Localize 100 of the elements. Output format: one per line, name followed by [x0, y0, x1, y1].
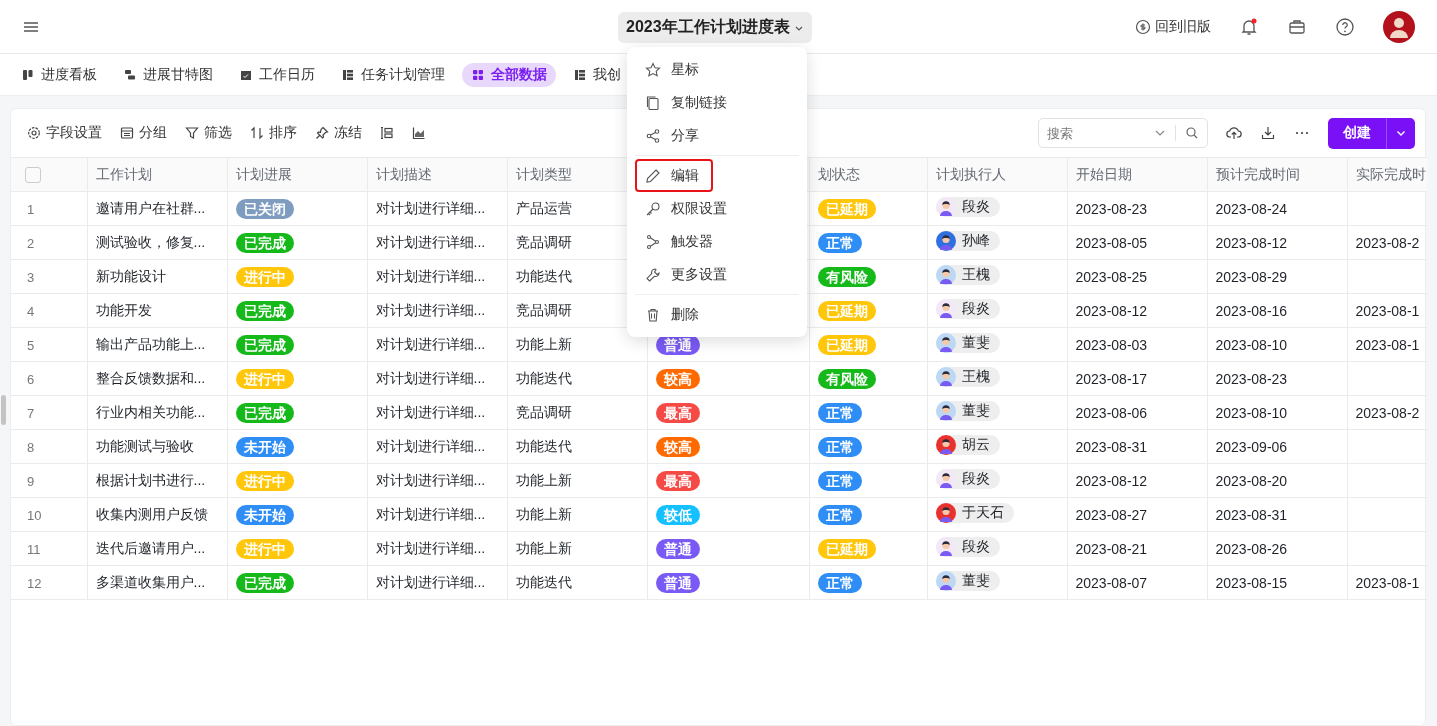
user-avatar[interactable]	[1383, 10, 1415, 43]
person-name: 董斐	[961, 402, 990, 420]
table-cell: 2023-08-25	[1075, 268, 1148, 285]
toolbar-button[interactable]: 排序	[250, 124, 297, 142]
table-cell: 2023-08-27	[1075, 506, 1148, 523]
menu-item[interactable]: 触发器	[635, 225, 799, 258]
old-version-button[interactable]: 回到旧版	[1135, 17, 1211, 36]
table-cell: 产品运营	[515, 199, 572, 216]
table-cell: 功能上新	[515, 505, 572, 522]
row-number: 4	[27, 303, 35, 319]
column-header[interactable]: 工作计划	[95, 165, 152, 182]
view-tab[interactable]: 任务计划管理	[332, 62, 454, 87]
status-tag: 已延期	[817, 300, 876, 321]
table-cell: 功能上新	[515, 539, 572, 556]
table-cell: 功能开发	[95, 301, 152, 318]
help-icon[interactable]	[1335, 16, 1355, 37]
view-tab[interactable]: 进度看板	[12, 62, 106, 87]
menu-item[interactable]: 更多设置	[635, 258, 799, 291]
table-cell: 迭代后邀请用户...	[95, 539, 206, 556]
view-tab[interactable]: 进展甘特图	[114, 62, 222, 87]
status-tag: 最高	[655, 470, 700, 491]
table-cell: 2023-08-29	[1215, 268, 1288, 285]
row-number: 6	[27, 371, 35, 387]
toolbar-button[interactable]: 分组	[120, 124, 167, 142]
table-cell: 对计划进行详细...	[375, 267, 486, 284]
table-cell: 2023-08-15	[1215, 574, 1288, 591]
table-cell: 2023-08-12	[1075, 302, 1148, 319]
menu-item[interactable]: 删除	[635, 298, 799, 331]
table-cell: 对计划进行详细...	[375, 505, 486, 522]
scroll-handle[interactable]	[1, 395, 6, 425]
row-height-icon[interactable]	[380, 126, 394, 140]
person-name: 段炎	[961, 470, 990, 488]
menu-item[interactable]: 星标	[635, 53, 799, 86]
column-header[interactable]: 划状态	[817, 165, 860, 182]
table-cell: 对计划进行详细...	[375, 437, 486, 454]
table-cell: 对计划进行详细...	[375, 403, 486, 420]
search-field[interactable]: 搜索	[1038, 118, 1208, 148]
person-name: 董斐	[961, 334, 990, 352]
column-header[interactable]: 计划进展	[235, 165, 292, 182]
table-cell: 功能迭代	[515, 573, 572, 590]
trigger-icon	[645, 233, 661, 250]
table-cell: 2023-08-17	[1075, 370, 1148, 387]
table-cell: 2023-08-23	[1075, 200, 1148, 217]
table-cell: 2023-08-12	[1075, 472, 1148, 489]
status-tag: 已完成	[235, 334, 294, 355]
table-cell: 测试验收，修复...	[95, 233, 206, 250]
table-cell: 2023-08-12	[1215, 234, 1288, 251]
row-number: 8	[27, 439, 35, 455]
table-cell: 2023-08-03	[1075, 336, 1148, 353]
view-tab[interactable]: 我创	[564, 62, 630, 87]
status-tag: 最高	[655, 402, 700, 423]
menu-item[interactable]: 复制链接	[635, 86, 799, 119]
create-button[interactable]: 创建	[1328, 117, 1386, 149]
person-name: 王槐	[961, 266, 990, 284]
table-cell: 2023-08-16	[1215, 302, 1288, 319]
status-tag: 正常	[817, 504, 862, 525]
search-icon[interactable]	[1185, 126, 1199, 140]
menu-item[interactable]: 分享	[635, 119, 799, 152]
column-header[interactable]: 计划类型	[515, 165, 572, 182]
kanban-icon	[21, 67, 35, 82]
table-cell: 竞品调研	[515, 301, 572, 318]
row-number: 9	[27, 473, 35, 489]
toolbar-button[interactable]: 冻结	[315, 124, 362, 142]
column-header[interactable]: 计划描述	[375, 165, 432, 182]
table-cell: 功能迭代	[515, 267, 572, 284]
download-icon[interactable]	[1260, 125, 1276, 141]
table-cell: 2023-08-26	[1215, 540, 1288, 557]
view-tab[interactable]: 工作日历	[230, 62, 324, 87]
create-dropdown-button[interactable]	[1386, 117, 1415, 149]
table-title-button[interactable]: 2023年工作计划进度表	[618, 12, 812, 43]
person-name: 孙峰	[961, 232, 990, 250]
key-icon	[645, 200, 661, 217]
status-tag: 已完成	[235, 402, 294, 423]
status-tag: 进行中	[235, 368, 294, 389]
menu-item[interactable]: 编辑	[635, 159, 713, 192]
view-tab[interactable]: 全部数据	[462, 62, 556, 87]
status-tag: 进行中	[235, 266, 294, 287]
table-cell: 2023-08-07	[1075, 574, 1148, 591]
chart-icon[interactable]	[412, 126, 426, 140]
toolbar-button[interactable]: 筛选	[185, 124, 232, 142]
table-cell: 根据计划书进行...	[95, 471, 206, 488]
person-name: 段炎	[961, 538, 990, 556]
row-number: 5	[27, 337, 35, 353]
table-cell: 对计划进行详细...	[375, 199, 486, 216]
upload-icon[interactable]	[1226, 125, 1242, 141]
sort-icon	[250, 126, 264, 140]
table-icon	[341, 67, 355, 82]
gantt-icon	[123, 67, 137, 82]
status-tag: 已完成	[235, 300, 294, 321]
toolbar-button[interactable]: 字段设置	[27, 124, 102, 142]
column-header[interactable]: 开始日期	[1075, 165, 1132, 182]
bell-icon[interactable]	[1239, 16, 1259, 37]
table-cell: 对计划进行详细...	[375, 471, 486, 488]
person-name: 王槐	[961, 368, 990, 386]
status-tag: 已完成	[235, 572, 294, 593]
row-number: 3	[27, 269, 35, 285]
table-cell: 2023-08-23	[1215, 370, 1288, 387]
select-all-checkbox[interactable]	[25, 167, 41, 184]
menu-item[interactable]: 权限设置	[635, 192, 799, 225]
status-tag: 普通	[655, 572, 700, 593]
